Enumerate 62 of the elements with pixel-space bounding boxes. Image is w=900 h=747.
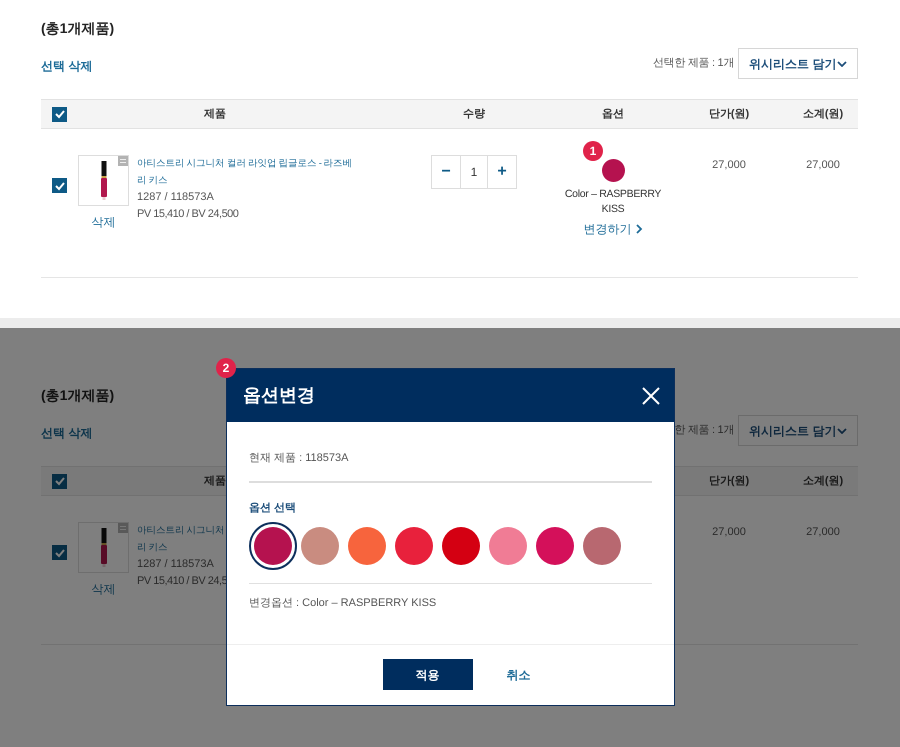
subtotal: 27,000 [806, 159, 840, 171]
tag-icon [118, 156, 128, 166]
unit-price: 27,000 [712, 526, 746, 538]
cart-title: (총1개제품) [41, 386, 114, 405]
color-swatch[interactable] [583, 526, 621, 564]
column-header: 소계(원) [802, 108, 844, 120]
color-swatch[interactable] [301, 526, 339, 564]
product-name-link[interactable]: 아티스트리 시그니처 컬러 라잇업 립글로스 - 라즈베 리 키스 [137, 155, 352, 189]
option-text: Color – RASPBERRY KISS [564, 187, 662, 217]
column-header: 수량 [463, 108, 485, 120]
apply-button[interactable]: 적용 [382, 659, 472, 690]
checkbox[interactable] [52, 106, 67, 122]
caret-icon [837, 428, 847, 434]
checkbox[interactable] [52, 545, 67, 560]
chevron-right-icon [636, 224, 642, 234]
product-codes: 1287 / 118573A [137, 557, 215, 572]
caret-icon [837, 60, 847, 66]
delete-link[interactable]: 삭제 [92, 213, 116, 231]
product-codes: 1287 / 118573A [137, 190, 215, 205]
changed-option: 변경옵션 : Color – RASPBERRY KISS [249, 594, 652, 612]
dialog-title: 옵션변경 [243, 384, 315, 406]
color-swatch[interactable] [254, 526, 292, 564]
current-product: 현재 제품 : 118573A [249, 451, 350, 466]
subtotal: 27,000 [806, 526, 840, 538]
checkbox[interactable] [52, 178, 67, 193]
color-swatch[interactable] [489, 526, 527, 564]
check-icon [54, 546, 66, 558]
column-header: 제품 [204, 474, 226, 487]
selected-count: 한 제품 : 1개 [674, 423, 734, 438]
check-icon [54, 180, 66, 192]
delete-selected-link[interactable]: 선택 삭제 [41, 57, 92, 75]
step-badge: 2 [216, 358, 236, 378]
cart-title: (총1개제품) [41, 19, 114, 38]
check-icon [54, 108, 66, 120]
step-badge: 1 [583, 141, 603, 161]
column-header: 단가(원) [708, 474, 750, 487]
product-points: PV 15,410 / BV 24,500 [137, 207, 240, 222]
column-header: 옵션 [602, 108, 624, 120]
lipgloss-drawing [101, 528, 107, 567]
option-label: 옵션 선택 [249, 501, 298, 516]
lipgloss-drawing [101, 161, 107, 200]
color-swatch[interactable] [395, 526, 433, 564]
tag-icon [118, 523, 128, 533]
color-swatch[interactable] [536, 526, 574, 564]
column-header: 단가(원) [708, 108, 750, 120]
column-header: 제품 [204, 108, 226, 120]
wishlist-select[interactable]: 위시리스트 담기 [738, 415, 858, 446]
product-name-link[interactable]: 아티스트리 시그니처 리 키스 [137, 522, 228, 556]
close-button[interactable] [642, 386, 660, 404]
check-icon [54, 475, 66, 487]
color-swatch[interactable] [442, 526, 480, 564]
close-icon [642, 386, 660, 404]
cancel-link[interactable]: 취소 [500, 664, 536, 684]
change-option-link[interactable]: 변경하기 [584, 220, 642, 238]
checkbox[interactable] [52, 474, 67, 488]
delete-link[interactable]: 삭제 [92, 580, 116, 598]
color-swatch[interactable] [348, 526, 386, 564]
delete-selected-link[interactable]: 선택 삭제 [41, 424, 92, 442]
wishlist-select[interactable]: 위시리스트 담기 [738, 48, 858, 79]
column-header: 소계(원) [802, 474, 844, 487]
selected-count: 선택한 제품 : 1개 [652, 56, 734, 71]
unit-price: 27,000 [712, 159, 746, 171]
